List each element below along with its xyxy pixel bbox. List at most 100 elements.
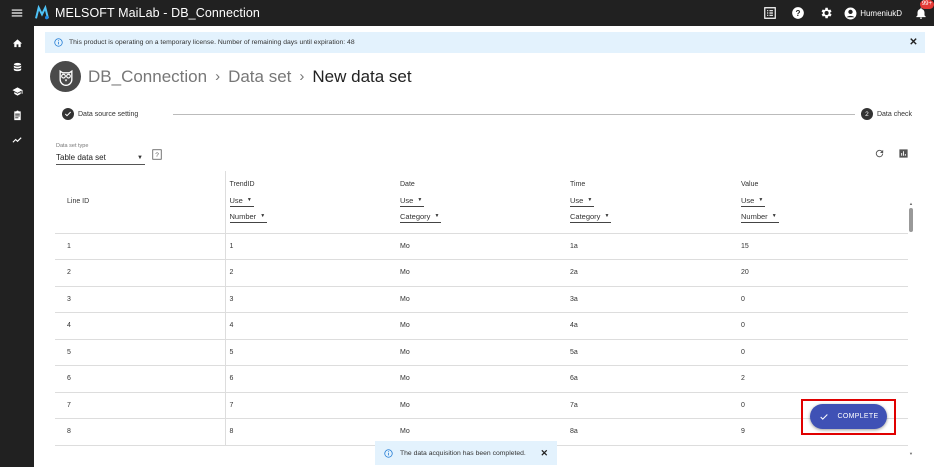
dataset-type-select[interactable]: Data set type Table data set ▼ [56,143,145,165]
column-type-select[interactable]: Number ▼ [741,210,779,223]
close-toast-icon[interactable]: ✕ [540,448,548,459]
step2-label: Data check [876,110,912,118]
dropdown-arrow-icon: ▼ [587,197,593,203]
step-data-source[interactable]: Data source setting [62,108,138,120]
chevron-right-icon: › [299,68,305,85]
table-cell: Mo [396,259,566,287]
sidebar-nav [0,26,34,467]
column-header: Date Use ▼ Category ▼ [396,171,566,234]
table-cell: 20 [737,259,908,287]
table-cell: 5a [566,339,737,366]
column-use-select[interactable]: Use ▼ [229,194,254,207]
table-cell: 6a [566,365,737,393]
page-title: New data set [312,66,412,86]
table-cell: 8a [566,418,737,446]
dataset-type-value: Table data set [56,153,106,162]
dropdown-arrow-icon: ▼ [137,154,143,161]
breadcrumb-data-set[interactable]: Data set [228,67,291,87]
close-banner-icon[interactable]: ✕ [908,37,919,48]
home-icon[interactable] [0,31,34,55]
column-header: Time Use ▼ Category ▼ [566,171,737,234]
table-cell: 4 [225,312,396,340]
table-row: 7 7 Mo 7a 0 [55,392,908,419]
vertical-scrollbar-thumb[interactable] [909,208,913,232]
school-icon[interactable] [0,79,34,103]
trending-chart-icon[interactable] [0,127,34,151]
column-name: Date [400,181,415,188]
column-type-select[interactable]: Category ▼ [570,210,612,223]
scroll-down-arrow-icon[interactable]: ▼ [908,451,914,457]
line-id-cell: 5 [55,339,226,366]
line-id-header: Line ID [55,171,226,234]
grid-list-icon[interactable] [756,0,784,26]
line-id-cell: 1 [55,233,226,260]
complete-button[interactable]: COMPLETE [810,404,887,429]
table-cell: 7 [225,392,396,419]
table-cell: 5 [225,339,396,366]
notification-badge: 99+ [919,0,934,9]
step1-label: Data source setting [78,110,139,118]
svg-text:?: ? [796,9,801,18]
dropdown-arrow-icon: ▼ [246,197,252,203]
refresh-icon[interactable] [874,148,885,159]
bar-chart-icon[interactable] [898,148,909,159]
step-connector [173,114,855,115]
info-icon [384,448,393,458]
hamburger-menu-icon[interactable] [0,0,34,26]
table-cell: Mo [396,339,566,366]
breadcrumb-project[interactable]: DB_Connection [88,67,207,87]
column-name: Time [570,181,586,188]
table-cell: 0 [737,286,908,313]
dropdown-arrow-icon: ▼ [417,197,423,203]
table-cell: Mo [396,312,566,340]
table-cell: 6 [225,365,396,393]
info-icon [54,38,63,47]
help-outline-icon[interactable]: ? [152,149,162,160]
toast-text: The data acquisition has been completed. [400,449,526,457]
stepper: Data source setting 2 Data check [62,108,912,122]
dataset-type-label: Data set type [56,143,89,149]
chevron-right-icon: › [215,68,221,85]
table-cell: 4a [566,312,737,340]
table-cell: 0 [737,312,908,340]
column-header: Value Use ▼ Number ▼ [737,171,908,234]
table-cell: 1a [566,233,737,260]
column-header: TrendID Use ▼ Number ▼ [225,171,396,234]
line-id-cell: 7 [55,392,226,419]
table-cell: 2 [225,259,396,287]
table-row: 1 1 Mo 1a 15 [55,233,908,260]
user-account[interactable]: HumeniukD [844,7,902,20]
line-id-cell: 6 [55,365,226,393]
line-id-cell: 2 [55,259,226,287]
column-use-select[interactable]: Use ▼ [741,194,766,207]
table-cell: 3a [566,286,737,313]
dropdown-arrow-icon: ▼ [434,213,440,219]
table-cell: Mo [396,286,566,313]
license-banner: This product is operating on a temporary… [45,32,925,53]
column-type-select[interactable]: Number ▼ [229,210,268,223]
main-content: This product is operating on a temporary… [34,26,934,467]
column-use-select[interactable]: Use ▼ [570,194,595,207]
table-row: 5 5 Mo 5a 0 [55,339,908,366]
database-icon[interactable] [0,55,34,79]
help-icon[interactable]: ? [784,0,812,26]
check-icon [62,108,74,120]
table-row: 2 2 Mo 2a 20 [55,259,908,287]
license-text: This product is operating on a temporary… [69,39,355,46]
owl-avatar-icon [50,61,81,92]
notifications-bell-icon[interactable]: 99+ [908,0,934,26]
clipboard-icon[interactable] [0,103,34,127]
user-name: HumeniukD [860,8,902,18]
table-cell: 8 [225,418,396,446]
scroll-up-arrow-icon[interactable]: ▲ [908,201,914,206]
dropdown-arrow-icon: ▼ [758,197,764,203]
step-data-check[interactable]: 2 Data check [860,108,912,120]
column-name: Value [741,181,759,188]
snackbar-toast: The data acquisition has been completed.… [375,441,557,465]
table-row: 3 3 Mo 3a 0 [55,286,908,313]
account-circle-icon [844,7,857,19]
column-type-select[interactable]: Category ▼ [400,210,442,223]
settings-gear-icon[interactable] [812,0,840,26]
table-row: 4 4 Mo 4a 0 [55,312,908,340]
column-use-select[interactable]: Use ▼ [400,194,425,207]
